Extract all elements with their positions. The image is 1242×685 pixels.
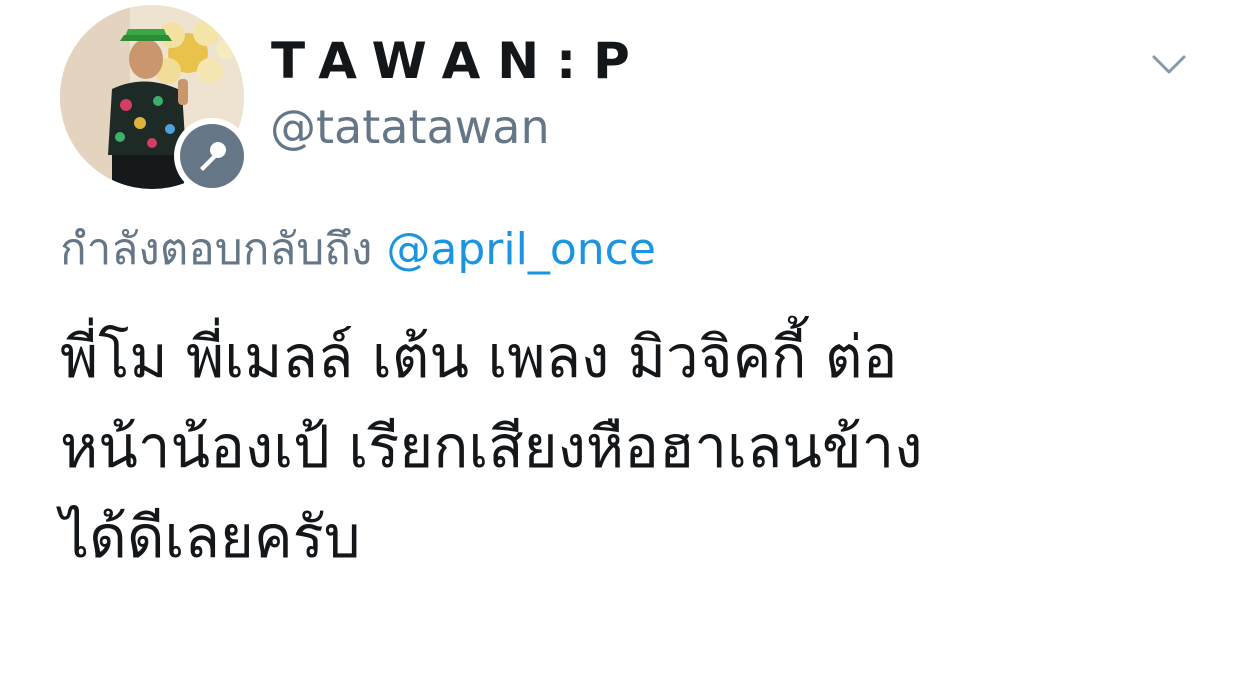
user-handle[interactable]: @tatatawan (270, 100, 550, 154)
tweet-text: พี่โม พี่เมลล์ เต้น เพลง มิวจิคกี้ ต่อ ห… (60, 312, 1180, 582)
tweet: TAWAN:P @tatatawan กำลังตอบกลับถึง @apri… (0, 0, 1242, 685)
verified-voice-badge (174, 118, 250, 194)
display-name[interactable]: TAWAN:P (271, 33, 647, 89)
tweet-text-line: หน้าน้องเป้ เรียกเสียงหือฮาเลนข้าง (60, 413, 923, 481)
microphone-icon (200, 142, 226, 171)
replying-to: กำลังตอบกลับถึง @april_once (60, 222, 656, 278)
tweet-text-line: ได้ดีเลยครับ (60, 503, 361, 571)
tweet-text-line: พี่โม พี่เมลล์ เต้น เพลง มิวจิคกี้ ต่อ (60, 323, 898, 391)
reply-mention-link[interactable]: @april_once (386, 224, 656, 275)
replying-to-label: กำลังตอบกลับถึง (60, 224, 373, 275)
chevron-down-icon[interactable] (1152, 54, 1186, 76)
